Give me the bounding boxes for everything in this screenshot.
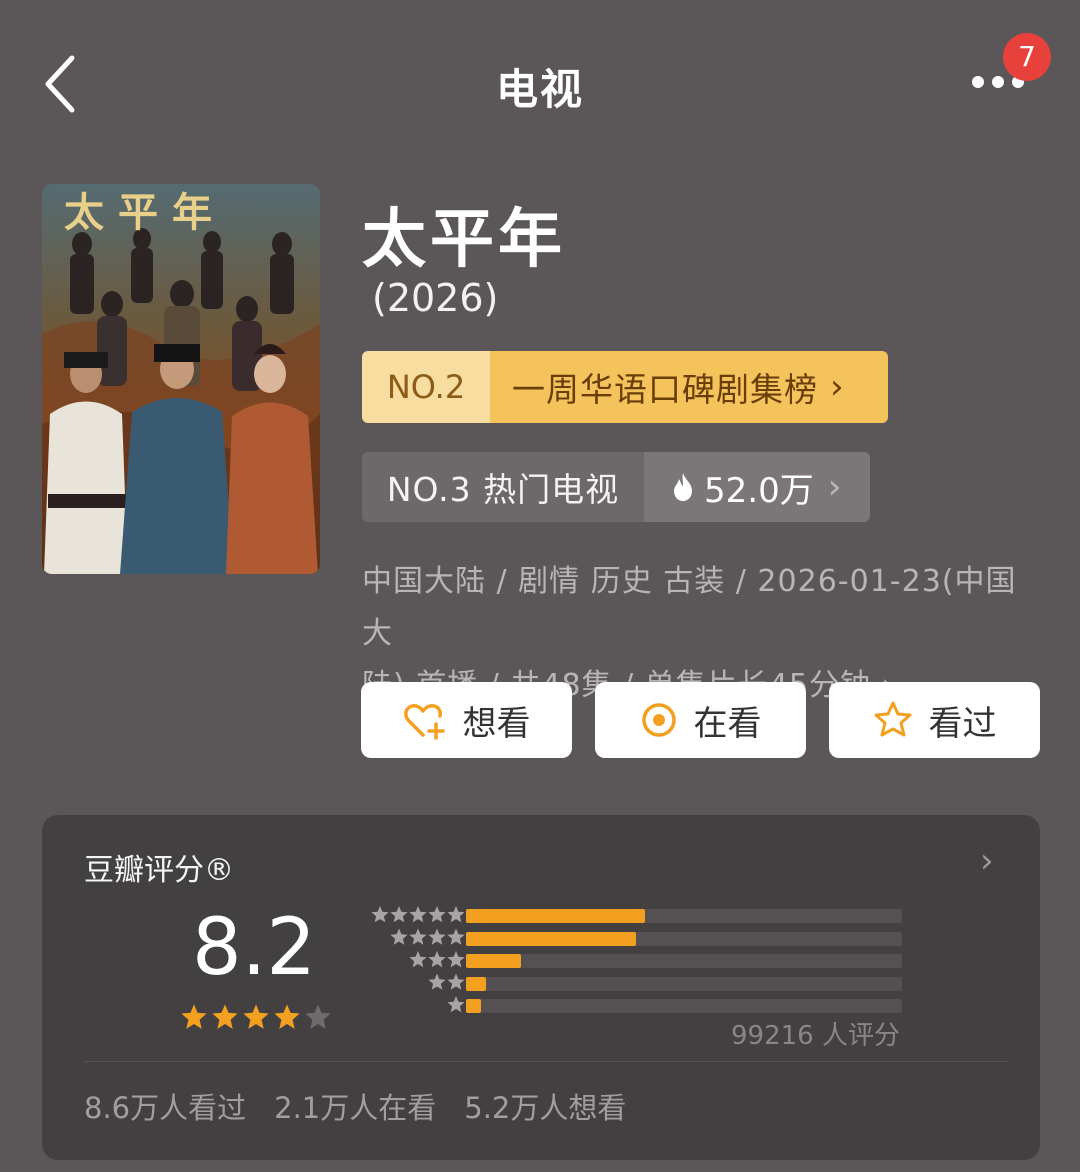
watched-button[interactable]: 看过 xyxy=(829,682,1040,758)
target-icon xyxy=(641,703,676,737)
rating-bar-3-star xyxy=(466,954,902,968)
rank-weekly-list[interactable]: NO.2 一周华语口碑剧集榜 › xyxy=(362,351,888,423)
rating-bar-2-star xyxy=(466,976,902,991)
rank-list-name: 一周华语口碑剧集榜 xyxy=(512,370,818,409)
rating-bar-fill xyxy=(466,909,645,923)
action-buttons: 想看 在看 看过 xyxy=(361,682,1040,758)
rating-bar-fill xyxy=(466,954,521,968)
rating-bar-5-star xyxy=(466,909,902,923)
watching-button[interactable]: 在看 xyxy=(595,682,806,758)
total-raters: 99216 人评分 xyxy=(731,1021,900,1051)
watch-stats: 8.6万人看过 2.1万人在看 5.2万人想看 xyxy=(84,1085,626,1127)
distribution-stars-icon xyxy=(371,906,465,1013)
meta-line-1: 中国大陆 / 剧情 历史 古装 / 2026-01-23(中国大 xyxy=(362,564,1017,651)
rating-bar-fill xyxy=(466,999,482,1013)
rating-bar-fill xyxy=(466,976,486,991)
rating-heading: 豆瓣评分® xyxy=(84,853,234,888)
chevron-right-icon[interactable]: › xyxy=(980,841,994,881)
heart-plus-icon xyxy=(403,704,445,740)
flame-icon xyxy=(674,473,692,501)
want-count[interactable]: 5.2万人想看 xyxy=(464,1085,626,1127)
star-filled-icon xyxy=(274,1004,300,1029)
star-filled-icon xyxy=(243,1004,269,1029)
notification-badge: 7 xyxy=(1003,33,1051,81)
poster-image[interactable]: 太平年 xyxy=(42,184,320,574)
star-outline-icon xyxy=(874,701,911,737)
chevron-right-icon: › xyxy=(830,367,845,407)
star-empty-icon xyxy=(305,1004,331,1029)
rating-bar-4-star xyxy=(466,931,902,946)
score-stars xyxy=(180,1003,332,1031)
divider xyxy=(84,1061,1008,1062)
chevron-right-icon: › xyxy=(827,467,842,507)
rating-card[interactable]: 豆瓣评分® › 8.2 99216 人评分 8.6万人看过 2.1万人在看 5.… xyxy=(42,815,1040,1160)
more-dots-icon xyxy=(972,76,984,88)
watching-count[interactable]: 2.1万人在看 xyxy=(274,1085,436,1127)
page-title: 电视 xyxy=(495,65,584,114)
svg-text:太平年: 太平年 xyxy=(64,189,226,236)
hot-tv-label: NO.3 热门电视 xyxy=(362,452,644,522)
want-to-watch-button[interactable]: 想看 xyxy=(361,682,572,758)
rating-score: 8.2 xyxy=(192,903,317,993)
rating-bar-fill xyxy=(466,931,637,946)
heat-value: 52.0万 xyxy=(704,470,814,511)
watched-count[interactable]: 8.6万人看过 xyxy=(84,1085,246,1127)
star-filled-icon xyxy=(181,1004,207,1029)
movie-title: 太平年 xyxy=(362,203,566,277)
rank-number: NO.2 xyxy=(362,351,490,423)
movie-year: (2026) xyxy=(372,276,499,320)
star-filled-icon xyxy=(212,1004,238,1029)
rank-hot-tv[interactable]: NO.3 热门电视 52.0万 › xyxy=(362,452,870,522)
rating-bar-1-star xyxy=(466,999,902,1013)
subject-page: 电视 7 太平年 太平年 (2026) NO.2 一周华语口碑剧集榜 › NO.… xyxy=(0,0,1080,1172)
